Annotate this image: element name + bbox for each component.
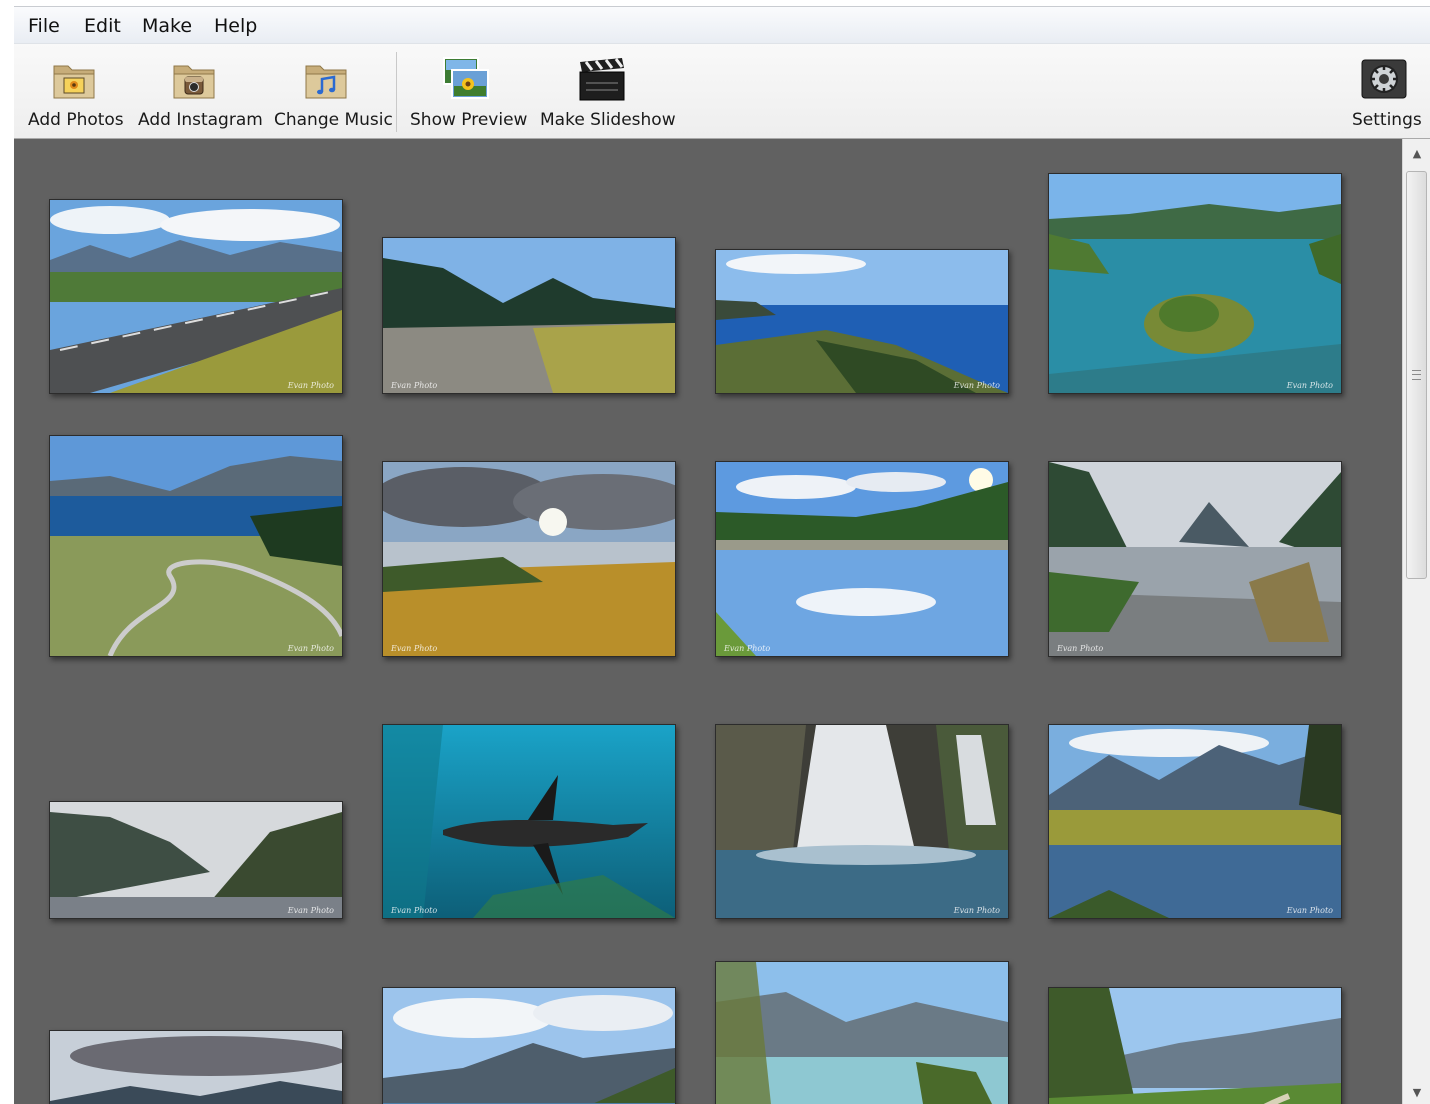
toolbar: Add Photos Add Instagram Change Music Sh… xyxy=(14,44,1430,139)
menu-edit[interactable]: Edit xyxy=(84,15,121,37)
photo-watermark: Evan Photo xyxy=(953,381,1000,390)
vertical-scrollbar[interactable]: ▲ ▼ xyxy=(1402,139,1430,1104)
clapperboard-icon xyxy=(579,58,625,101)
window-left-edge xyxy=(0,0,14,1104)
photo-thumbnail[interactable]: Evan Photo xyxy=(49,435,343,657)
settings-button[interactable]: Settings xyxy=(1346,44,1426,138)
photo-thumbnail[interactable]: Evan Photo xyxy=(715,724,1009,919)
menu-help[interactable]: Help xyxy=(214,15,257,37)
window-top-edge xyxy=(14,0,1430,7)
show-preview-button[interactable]: Show Preview xyxy=(406,44,528,138)
photo-thumbnail[interactable]: Evan Photo xyxy=(382,237,676,394)
scroll-down-icon[interactable]: ▼ xyxy=(1403,1082,1430,1104)
settings-icon xyxy=(1361,59,1407,99)
menu-bar: File Edit Make Help xyxy=(14,7,1430,44)
photo-grid[interactable]: Evan Photo Evan Photo Evan Photo Evan Ph… xyxy=(14,139,1402,1104)
folder-music-icon xyxy=(305,65,347,99)
photo-watermark: Evan Photo xyxy=(391,381,438,390)
change-music-label: Change Music xyxy=(274,110,393,130)
photo-thumbnail[interactable]: Evan Photo xyxy=(1048,461,1342,657)
photo-thumbnail[interactable] xyxy=(1048,987,1342,1104)
photo-thumbnail[interactable]: Evan Photo xyxy=(715,249,1009,394)
menu-make[interactable]: Make xyxy=(142,15,192,37)
folder-photo-icon xyxy=(53,65,95,99)
add-instagram-button[interactable]: Add Instagram xyxy=(132,44,263,138)
photo-watermark: Evan Photo xyxy=(1286,381,1333,390)
photo-thumbnail[interactable] xyxy=(49,1030,343,1104)
scrollbar-thumb[interactable] xyxy=(1406,171,1427,579)
show-preview-label: Show Preview xyxy=(410,110,528,130)
photo-thumbnail[interactable]: Evan Photo xyxy=(1048,724,1342,919)
scroll-up-icon[interactable]: ▲ xyxy=(1403,143,1430,165)
scrollbar-grip-icon xyxy=(1412,370,1421,380)
photo-thumbnail[interactable] xyxy=(382,987,676,1104)
photo-thumbnail[interactable]: Evan Photo xyxy=(1048,173,1342,394)
add-photos-button[interactable]: Add Photos xyxy=(22,44,126,138)
photo-watermark: Evan Photo xyxy=(287,906,334,915)
photo-watermark: Evan Photo xyxy=(391,906,438,915)
preview-photos-icon xyxy=(443,57,489,99)
make-slideshow-label: Make Slideshow xyxy=(540,110,676,130)
photo-thumbnail[interactable] xyxy=(715,961,1009,1104)
photo-thumbnail[interactable]: Evan Photo xyxy=(382,724,676,919)
make-slideshow-button[interactable]: Make Slideshow xyxy=(534,44,676,138)
photo-thumbnail[interactable]: Evan Photo xyxy=(49,801,343,919)
menu-file[interactable]: File xyxy=(28,15,60,37)
folder-instagram-icon xyxy=(173,65,215,99)
change-music-button[interactable]: Change Music xyxy=(268,44,393,138)
add-instagram-label: Add Instagram xyxy=(138,110,263,130)
settings-label: Settings xyxy=(1352,110,1422,130)
photo-watermark: Evan Photo xyxy=(287,381,334,390)
photo-watermark: Evan Photo xyxy=(1057,644,1104,653)
photo-watermark: Evan Photo xyxy=(724,644,771,653)
add-photos-label: Add Photos xyxy=(28,110,124,130)
photo-watermark: Evan Photo xyxy=(287,644,334,653)
photo-thumbnail[interactable]: Evan Photo xyxy=(715,461,1009,657)
photo-watermark: Evan Photo xyxy=(953,906,1000,915)
photo-thumbnail[interactable]: Evan Photo xyxy=(382,461,676,657)
toolbar-separator xyxy=(396,52,397,132)
photo-watermark: Evan Photo xyxy=(1286,906,1333,915)
photo-thumbnail[interactable]: Evan Photo xyxy=(49,199,343,394)
photo-watermark: Evan Photo xyxy=(391,644,438,653)
